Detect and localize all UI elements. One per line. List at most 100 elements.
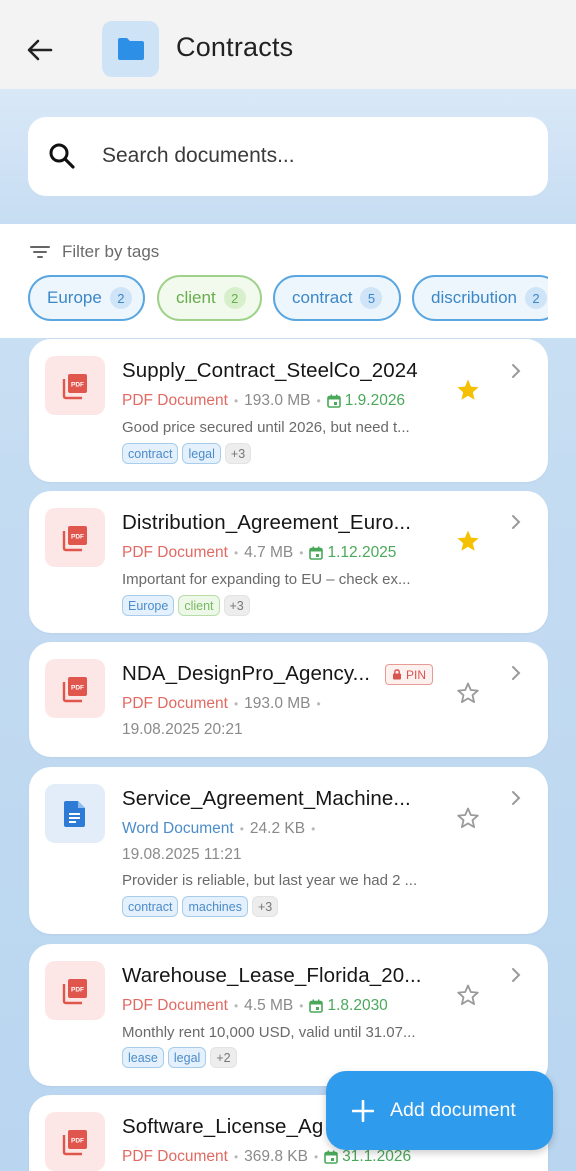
svg-text:PDF: PDF xyxy=(71,986,84,993)
document-card[interactable]: PDF NDA_DesignPro_Agency... PIN PDF Docu… xyxy=(29,642,548,757)
tag: lease xyxy=(122,1047,164,1068)
document-type: PDF Document xyxy=(122,1148,228,1165)
document-size: 369.8 KB xyxy=(244,1148,308,1165)
page-title: Contracts xyxy=(176,32,294,62)
svg-text:PDF: PDF xyxy=(71,381,84,388)
pdf-file-icon: PDF xyxy=(45,356,105,415)
separator-dot: • xyxy=(311,822,316,836)
tag: legal xyxy=(167,1047,207,1068)
tag: Europe xyxy=(122,595,175,616)
document-size: 4.7 MB xyxy=(244,544,294,561)
arrow-left-icon xyxy=(27,39,53,61)
tag: contract xyxy=(122,443,179,464)
pdf-file-icon: PDF xyxy=(45,1112,105,1171)
chip-label: contract xyxy=(292,288,353,307)
star-outline-icon[interactable] xyxy=(456,806,480,830)
document-type: PDF Document xyxy=(122,392,228,409)
filter-label: Filter by tags xyxy=(62,242,160,261)
search-icon xyxy=(49,143,75,169)
document-meta: PDF Document • 193.0 MB • 1.9.2026 xyxy=(122,392,405,410)
more-tags-count: +3 xyxy=(251,896,279,917)
document-modified: 19.08.2025 20:21 xyxy=(122,721,243,738)
chip-label: discribution xyxy=(431,288,517,307)
pdf-file-icon: PDF xyxy=(45,659,105,718)
document-meta: PDF Document • 4.7 MB • 1.12.2025 xyxy=(122,544,396,562)
document-title: Software_License_Ag xyxy=(122,1115,324,1138)
document-tags: lease legal +2 xyxy=(122,1047,237,1068)
chip-label: client xyxy=(176,288,216,307)
lock-icon xyxy=(393,669,401,680)
document-type: PDF Document xyxy=(122,997,228,1014)
back-button[interactable] xyxy=(22,32,58,68)
chevron-right-icon[interactable] xyxy=(509,665,523,681)
filter-icon xyxy=(30,246,50,258)
document-title: Supply_Contract_SteelCo_2024 xyxy=(122,359,418,382)
calendar-icon xyxy=(324,1150,338,1164)
separator-dot: • xyxy=(233,999,239,1013)
search-input[interactable] xyxy=(102,140,522,172)
document-expiry: 1.12.2025 xyxy=(309,544,396,562)
document-card[interactable]: Service_Agreement_Machine... Word Docume… xyxy=(29,767,548,934)
tag-chip-contract[interactable]: contract 5 xyxy=(273,275,401,321)
document-expiry: 1.9.2026 xyxy=(326,392,405,410)
expiry-date: 1.12.2025 xyxy=(327,544,397,561)
tag: contract xyxy=(122,896,179,917)
tag: machines xyxy=(182,896,248,917)
pdf-file-icon: PDF xyxy=(45,961,105,1020)
word-file-icon xyxy=(45,784,105,843)
star-outline-icon[interactable] xyxy=(456,983,480,1007)
tag: client xyxy=(178,595,220,616)
document-card[interactable]: PDF Warehouse_Lease_Florida_20... PDF Do… xyxy=(29,944,548,1086)
svg-text:PDF: PDF xyxy=(71,684,84,691)
tag-chip-client[interactable]: client 2 xyxy=(157,275,262,321)
pdf-file-icon: PDF xyxy=(45,508,105,567)
document-modified: 19.08.2025 11:21 xyxy=(122,846,242,863)
document-description: Good price secured until 2026, but need … xyxy=(122,419,410,436)
more-tags-count: +3 xyxy=(224,443,252,464)
document-description: Monthly rent 10,000 USD, valid until 31.… xyxy=(122,1024,416,1041)
calendar-icon xyxy=(309,999,324,1013)
pin-badge: PIN xyxy=(385,664,434,685)
document-expiry: 1.8.2030 xyxy=(309,997,388,1015)
separator-dot: • xyxy=(233,546,239,560)
document-card[interactable]: PDF Distribution_Agreement_Euro... PDF D… xyxy=(29,491,548,633)
expiry-date: 31.1.2026 xyxy=(342,1148,412,1165)
document-meta: Word Document • 24.2 KB • xyxy=(122,820,315,838)
document-expiry: 31.1.2026 xyxy=(324,1148,411,1166)
tag-chip-europe[interactable]: Europe 2 xyxy=(28,275,145,321)
chip-count: 2 xyxy=(223,287,246,309)
document-title: Warehouse_Lease_Florida_20... xyxy=(122,964,422,987)
separator-dot: • xyxy=(313,1150,319,1164)
more-tags-count: +3 xyxy=(223,595,250,616)
app-bar: Contracts xyxy=(0,0,576,89)
folder-icon-tile xyxy=(102,21,159,77)
separator-dot: • xyxy=(299,999,304,1013)
document-type: Word Document xyxy=(122,820,234,837)
document-meta: PDF Document • 193.0 MB • xyxy=(122,695,321,713)
separator-dot: • xyxy=(233,394,239,408)
more-tags-count: +2 xyxy=(210,1047,237,1068)
document-meta: PDF Document • 369.8 KB • 31.1.2026 xyxy=(122,1148,411,1166)
chevron-right-icon[interactable] xyxy=(509,363,523,379)
chip-label: Europe xyxy=(47,288,102,307)
chevron-right-icon[interactable] xyxy=(509,790,523,806)
document-title: NDA_DesignPro_Agency... xyxy=(122,662,371,685)
chevron-right-icon[interactable] xyxy=(509,967,523,983)
star-outline-icon[interactable] xyxy=(456,681,480,705)
star-filled-icon[interactable] xyxy=(456,378,480,402)
separator-dot: • xyxy=(316,697,321,711)
document-title: Service_Agreement_Machine... xyxy=(122,787,411,810)
filter-header: Filter by tags xyxy=(30,242,159,262)
document-card[interactable]: PDF Supply_Contract_SteelCo_2024 PDF Doc… xyxy=(29,339,548,482)
expiry-date: 1.8.2030 xyxy=(327,997,388,1014)
document-size: 24.2 KB xyxy=(249,820,306,837)
svg-text:PDF: PDF xyxy=(71,1137,84,1144)
document-tags: contract legal +3 xyxy=(122,443,252,464)
add-document-button[interactable]: Add document xyxy=(326,1071,553,1150)
document-meta: PDF Document • 4.5 MB • 1.8.2030 xyxy=(122,997,388,1015)
tag-chip-discribution[interactable]: discribution 2 xyxy=(412,275,548,321)
calendar-icon xyxy=(326,394,341,408)
chevron-right-icon[interactable] xyxy=(509,514,523,530)
star-filled-icon[interactable] xyxy=(456,529,480,553)
tag: legal xyxy=(182,443,221,464)
